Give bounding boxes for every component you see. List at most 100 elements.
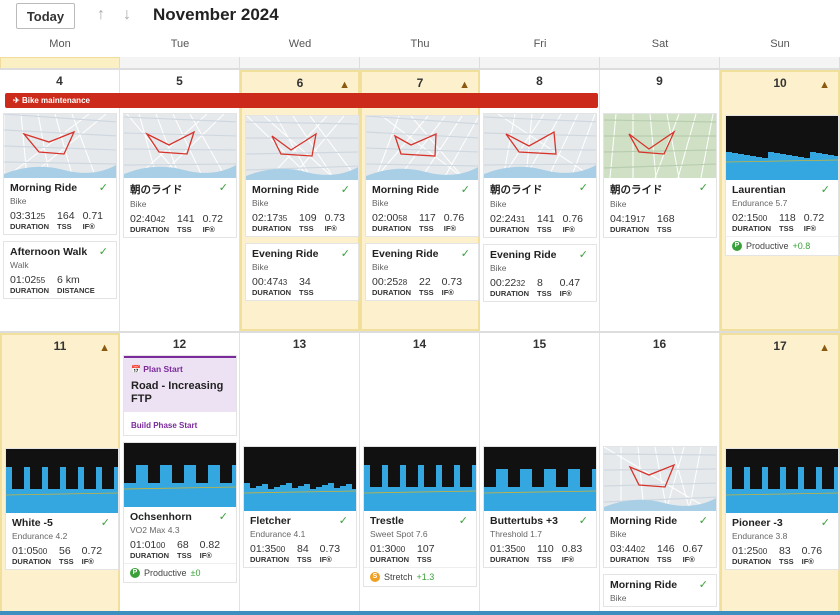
metrics-row: 00:4743 DURATION 34 TSS xyxy=(252,276,352,297)
warning-icon[interactable]: ▲ xyxy=(99,337,110,359)
progression-label: Stretch xyxy=(384,572,413,582)
arrow-up-icon[interactable]: ↑ xyxy=(97,6,105,24)
metrics-row: 02:2431 DURATION 141 TSS 0.76 IF® xyxy=(490,213,590,234)
day-cell[interactable]: 7 ▲ Morning Ride ✓ Bike 02:0058 DURATION 117 TSS… xyxy=(360,70,480,331)
day-cell[interactable]: 11 ▲ White -5 ✓ Endurance 4.2 01:0500 DURATION… xyxy=(0,333,120,615)
metric-label: TSS xyxy=(537,225,552,234)
metric-main: 02:17 xyxy=(252,212,279,224)
metric: 56 TSS xyxy=(59,545,74,566)
today-button[interactable]: Today xyxy=(16,3,75,29)
metric-label: IF® xyxy=(324,224,337,233)
progression-icon: P xyxy=(732,241,742,251)
workout-card[interactable]: Ochsenhorn ✓ VO2 Max 4.3 01:0100 DURATION 68 T… xyxy=(123,442,237,583)
workout-card[interactable]: 朝のライド ✓ Bike 02:2431 DURATION 141 TSS 0.76 IF® xyxy=(483,113,597,238)
plan-phase-label[interactable]: Build Phase Start xyxy=(124,412,236,435)
metric-label: TSS xyxy=(537,289,552,298)
metric-label: TSS xyxy=(417,555,432,564)
workout-subtitle: Bike xyxy=(252,198,269,208)
metric-label: TSS xyxy=(537,555,552,564)
scrollbar[interactable] xyxy=(0,611,840,615)
metric-main: 141 xyxy=(177,213,195,225)
workout-card[interactable]: Morning Ride ✓ Bike 02:0058 DURATION 117 TSS 0.… xyxy=(365,115,479,237)
metric-value: 83 xyxy=(779,545,794,557)
workout-card[interactable]: White -5 ✓ Endurance 4.2 01:0500 DURATION 56 T… xyxy=(5,448,119,570)
day-cell[interactable]: 14 Trestle ✓ Sweet Spot 7.6 01:3000 DURATION 1… xyxy=(360,333,480,615)
metric-value: 0.67 xyxy=(683,543,703,555)
workout-title: Fletcher xyxy=(250,515,291,527)
progression-label: Productive xyxy=(144,568,187,578)
metric-label: TSS xyxy=(57,222,72,231)
metric: 04:1917 DURATION xyxy=(610,213,649,234)
day-cell[interactable]: 4 Morning Ride ✓ Bike 03:3125 DURATION 164 TSS 0… xyxy=(0,70,120,331)
plan-card[interactable]: 📅 Plan Start Road - Increasing FTP Build P… xyxy=(123,355,237,436)
metric-label: IF® xyxy=(202,225,215,234)
plan-title: Road - Increasing FTP xyxy=(131,380,224,405)
month-title: November 2024 xyxy=(153,5,279,24)
workout-card[interactable]: Evening Ride ✓ Bike 00:2232 DURATION 8 TSS 0.47… xyxy=(483,244,597,302)
workout-subtitle: Bike xyxy=(490,263,507,273)
day-cell[interactable]: 5 朝のライド ✓ Bike 02:4042 DURATION 141 TSS 0.72 IF® xyxy=(120,70,240,331)
metric-main: 109 xyxy=(299,212,317,224)
workout-card[interactable]: Evening Ride ✓ Bike 00:4743 DURATION 34 TSS xyxy=(245,243,359,301)
warning-icon[interactable]: ▲ xyxy=(819,74,830,96)
plan-kicker: 📅 Plan Start xyxy=(131,364,229,374)
day-cell[interactable]: 8 朝のライド ✓ Bike 02:2431 DURATION 141 TSS 0.76 IF® E… xyxy=(480,70,600,331)
day-cell[interactable]: 15 Buttertubs +3 ✓ Threshold 1.7 01:3500 DURA… xyxy=(480,333,600,615)
warning-icon[interactable]: ▲ xyxy=(819,337,830,359)
workout-card[interactable]: 朝のライド ✓ Bike 04:1917 DURATION 168 TSS xyxy=(603,113,717,238)
metric-seconds: 43 xyxy=(278,278,288,287)
metric-main: 68 xyxy=(177,539,189,551)
metrics-row: 02:1735 DURATION 109 TSS 0.73 IF® xyxy=(252,212,352,233)
workout-card[interactable]: Morning Ride ✓ Bike 03:3125 DURATION 164 TSS 0.… xyxy=(3,113,117,235)
metric-main: 01:25 xyxy=(732,545,759,557)
metric: 109 TSS xyxy=(299,212,317,233)
workout-subtitle: Threshold 1.7 xyxy=(490,529,542,539)
day-cell[interactable]: 17 ▲ Pioneer -3 ✓ Endurance 3.8 01:2500 DURATI… xyxy=(720,333,840,615)
metric-seconds: 17 xyxy=(636,215,646,224)
metric-label: IF® xyxy=(803,224,816,233)
metric-seconds: 00 xyxy=(38,547,48,556)
metric-value: 84 xyxy=(297,543,312,555)
workout-card[interactable]: Fletcher ✓ Endurance 4.1 01:3500 DURATION 84 T… xyxy=(243,446,357,568)
metric-value: 0.71 xyxy=(83,210,103,222)
workout-card[interactable]: Pioneer -3 ✓ Endurance 3.8 01:2500 DURATION 8… xyxy=(725,448,839,570)
metric: 68 TSS xyxy=(177,539,192,560)
workout-card[interactable]: Buttertubs +3 ✓ Threshold 1.7 01:3500 DURATI… xyxy=(483,446,597,568)
metric-value: 03:3125 xyxy=(10,210,49,222)
metric-value: 22 xyxy=(419,276,434,288)
metric-main: 01:35 xyxy=(250,543,277,555)
workout-card[interactable]: Evening Ride ✓ Bike 00:2528 DURATION 22 TSS 0.7… xyxy=(365,243,479,301)
workout-card[interactable]: Laurentian ✓ Endurance 5.7 02:1500 DURATION 1… xyxy=(725,115,839,256)
check-icon: ✓ xyxy=(698,182,708,194)
metrics-row: 03:3125 DURATION 164 TSS 0.71 IF® xyxy=(10,210,110,231)
day-cell[interactable]: 13 Fletcher ✓ Endurance 4.1 01:3500 DURATION 8… xyxy=(240,333,360,615)
workout-body: Morning Ride ✓ Bike 02:0058 DURATION 117 TSS 0.… xyxy=(366,180,478,236)
metric-value: 01:0100 xyxy=(130,539,169,551)
workout-body: 朝のライド ✓ Bike 02:4042 DURATION 141 TSS 0.72 IF® xyxy=(124,178,236,237)
workout-body: Pioneer -3 ✓ Endurance 3.8 01:2500 DURATION 8… xyxy=(726,513,838,569)
workout-card[interactable]: Trestle ✓ Sweet Spot 7.6 01:3000 DURATION 107… xyxy=(363,446,477,587)
day-cell[interactable]: 6 ▲ Morning Ride ✓ Bike 02:1735 DURATION 109 TSS… xyxy=(240,70,360,331)
workout-card[interactable]: Morning Ride ✓ Bike 02:1735 DURATION 109 TSS 0.… xyxy=(245,115,359,237)
event-banner[interactable]: ✈ Bike maintenance xyxy=(5,93,598,108)
workout-title: Morning Ride xyxy=(252,184,320,196)
day-number: 5 xyxy=(120,70,239,92)
metric-label: IF® xyxy=(319,555,332,564)
metric: 83 TSS xyxy=(779,545,794,566)
check-icon: ✓ xyxy=(338,515,348,527)
day-cell[interactable]: 10 ▲ Laurentian ✓ Endurance 5.7 02:1500 DURATI… xyxy=(720,70,840,331)
arrow-down-icon[interactable]: ↓ xyxy=(123,6,131,24)
workout-title: Laurentian xyxy=(732,184,786,196)
workout-card[interactable]: Afternoon Walk ✓ Walk 01:0255 DURATION 6 km DI… xyxy=(3,241,117,299)
metric-main: 0.47 xyxy=(559,277,581,289)
workout-card[interactable]: 朝のライド ✓ Bike 02:4042 DURATION 141 TSS 0.72 IF® xyxy=(123,113,237,238)
day-cell[interactable]: 12 📅 Plan Start Road - Increasing FTP Build… xyxy=(120,333,240,615)
workout-card[interactable]: Morning Ride ✓ Bike xyxy=(603,574,717,607)
check-icon: ✓ xyxy=(100,517,110,529)
workout-card[interactable]: Morning Ride ✓ Bike 03:4402 DURATION 146 TSS 0.… xyxy=(603,446,717,568)
metric-value: 164 xyxy=(57,210,75,222)
metric-main: 83 xyxy=(779,545,791,557)
day-cell[interactable]: 9 朝のライド ✓ Bike 04:1917 DURATION 168 TSS xyxy=(600,70,720,331)
day-cell[interactable]: 16 Morning Ride ✓ Bike 03:4402 DURATION 146 TSS… xyxy=(600,333,720,615)
metric-main: 0.76 xyxy=(443,212,465,224)
